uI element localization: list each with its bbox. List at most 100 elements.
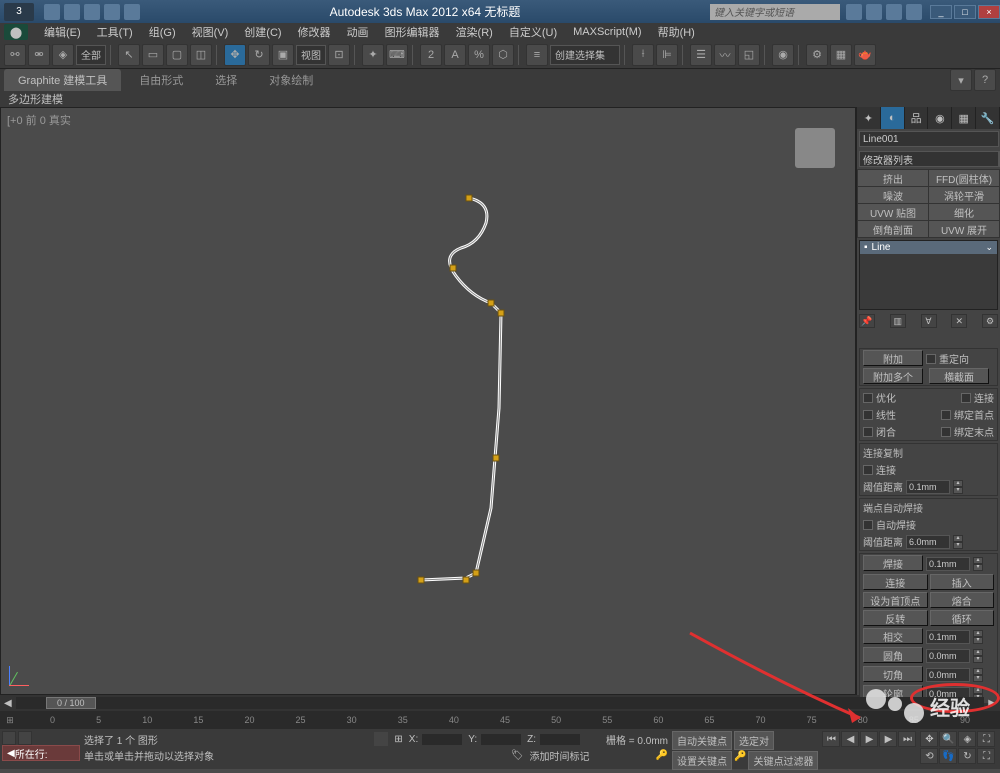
tab-display-icon[interactable]: ▦ [952,107,976,129]
bindfirst-check[interactable] [941,410,951,420]
render-icon[interactable]: 🫖 [854,44,876,66]
move-icon[interactable]: ✥ [224,44,246,66]
pivot-icon[interactable]: ⊡ [328,44,350,66]
menu-group[interactable]: 组(G) [141,24,184,40]
makefirst-button[interactable]: 设为首顶点 [863,592,928,608]
mod-bevel[interactable]: 倒角剖面 [858,221,928,237]
question-icon[interactable] [906,4,922,20]
ribbon-panel[interactable]: 多边形建模 [0,91,1000,107]
mod-uvw[interactable]: UVW 贴图 [858,204,928,220]
menu-graph[interactable]: 图形编辑器 [377,24,448,40]
config-icon[interactable]: ⚙ [982,314,998,328]
select-icon[interactable]: ↖ [118,44,140,66]
mod-tessellate[interactable]: 细化 [929,204,999,220]
script-icon[interactable] [2,731,16,745]
select-name-icon[interactable]: ▭ [142,44,164,66]
grid-icon[interactable]: ⊞ [394,734,402,745]
close-button[interactable]: × [978,5,1000,19]
fuse-button[interactable]: 熔合 [930,592,995,608]
qat-open-icon[interactable] [64,4,80,20]
spin-down-icon[interactable]: ▾ [953,542,963,549]
spinsnap-icon[interactable]: ⬡ [492,44,514,66]
layers-icon[interactable]: ☰ [690,44,712,66]
spline-vertex[interactable] [450,265,457,272]
menu-maxscript[interactable]: MAXScript(M) [565,26,649,38]
nav-orbit-icon[interactable]: ⟲ [920,748,938,764]
schematic-icon[interactable]: ◱ [738,44,760,66]
connectcopy-check[interactable] [863,465,873,475]
lock-icon[interactable] [374,732,388,746]
autokey-button[interactable]: 自动关键点 [672,731,732,750]
menu-edit[interactable]: 编辑(E) [36,24,89,40]
modifier-stack[interactable]: ▪ Line ⌄ [859,240,998,310]
maximize-button[interactable]: □ [954,5,976,19]
tab-hierarchy-icon[interactable]: 品 [905,107,929,129]
add-time-tag[interactable]: 添加时间标记 [530,748,590,763]
window-cross-icon[interactable]: ◫ [190,44,212,66]
viewport[interactable]: [+0 前 0 真实 [0,107,856,695]
link-icon[interactable]: ⚯ [4,44,26,66]
search-box[interactable]: 键入关键字或短语 [710,4,840,20]
search-icon[interactable] [846,4,862,20]
render-frame-icon[interactable]: ▦ [830,44,852,66]
qat-new-icon[interactable] [44,4,60,20]
cross-val[interactable] [926,630,970,644]
menu-customize[interactable]: 自定义(U) [501,24,565,40]
render-setup-icon[interactable]: ⚙ [806,44,828,66]
linear-check[interactable] [863,410,873,420]
mod-extrude[interactable]: 挤出 [858,170,928,186]
spline-vertex[interactable] [418,577,425,584]
ribbon-tab-paint[interactable]: 对象绘制 [255,69,327,91]
goto-end-icon[interactable]: ⏭ [898,731,916,747]
bind-icon[interactable]: ◈ [52,44,74,66]
spline-vertex[interactable] [493,455,500,462]
named-set[interactable]: 创建选择集 [550,45,620,65]
connect-check[interactable] [961,393,971,403]
ribbon-min-icon[interactable]: ▾ [950,69,972,91]
nav-max2-icon[interactable]: ⛶ [977,748,995,764]
next-frame-icon[interactable]: ▶ [879,731,897,747]
insert-button[interactable]: 插入 [930,574,995,590]
trackbar-toggle-icon[interactable]: ⊞ [0,715,20,726]
manip-icon[interactable]: ✦ [362,44,384,66]
trackbar[interactable]: ⊞ 051015202530354045505560657075808590 [0,711,1000,729]
tab-motion-icon[interactable]: ◉ [928,107,952,129]
time-slider[interactable]: ◀ 0 / 100 ▶ [0,695,1000,711]
qat-redo-icon[interactable] [124,4,140,20]
nav-max-icon[interactable]: ⛶ [977,731,995,747]
goto-start-icon[interactable]: ⏮ [822,731,840,747]
nav-walk-icon[interactable]: 👣 [939,748,957,764]
mirror-icon[interactable]: ⟊ [632,44,654,66]
ribbon-tab-freeform[interactable]: 自由形式 [125,69,197,91]
tab-modify-icon[interactable]: ◐ [881,107,905,129]
menu-help[interactable]: 帮助(H) [650,24,703,40]
help-icon[interactable] [866,4,882,20]
region-icon[interactable]: ▢ [166,44,188,66]
show-icon[interactable]: ▥ [890,314,906,328]
spin-up-icon[interactable]: ▴ [953,535,963,542]
snap2d-icon[interactable]: 2 [420,44,442,66]
spline-vertex[interactable] [473,570,480,577]
play-icon[interactable]: ▶ [860,731,878,747]
tab-create-icon[interactable]: ✦ [857,107,881,129]
coord-x[interactable] [422,734,462,745]
reverse-button[interactable]: 反转 [863,610,928,626]
menu-modifiers[interactable]: 修改器 [290,24,339,40]
coord-z[interactable] [540,734,580,745]
editnamed-icon[interactable]: ≡ [526,44,548,66]
tag-icon[interactable]: 🏷 [511,750,524,761]
time-thumb[interactable]: 0 / 100 [46,697,96,709]
chamfer-val[interactable] [926,668,970,682]
setkey-button[interactable]: 设置关键点 [672,751,732,770]
tab-utility-icon[interactable]: 🔧 [976,107,1000,129]
app-menu-icon[interactable]: ⬤ [4,24,28,40]
chamfer-button[interactable]: 切角 [863,666,923,682]
spline-vertex[interactable] [498,310,505,317]
autoweld-check[interactable] [863,520,873,530]
spline-object[interactable] [1,108,855,694]
selection-filter[interactable]: 全部 [76,45,106,65]
weld-val[interactable] [926,557,970,571]
spline-vertex[interactable] [488,300,495,307]
material-icon[interactable]: ◉ [772,44,794,66]
remove-icon[interactable]: ✕ [951,314,967,328]
